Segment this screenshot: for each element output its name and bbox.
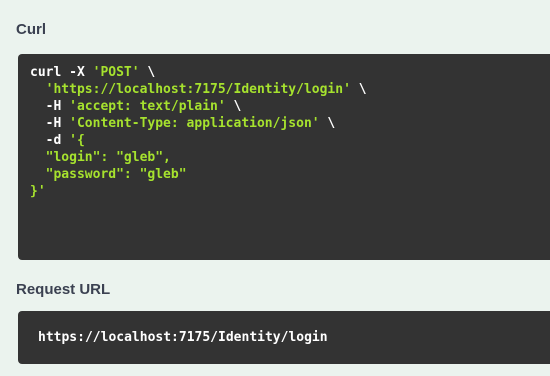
curl-line: "login": "gleb", [30,150,171,165]
request-url-value: https://localhost:7175/Identity/login [38,330,328,345]
request-url-block[interactable]: https://localhost:7175/Identity/login [18,311,550,364]
curl-command: curl -X 'POST' \ 'https://localhost:7175… [30,64,550,200]
curl-line: curl -X 'POST' \ [30,65,156,80]
curl-section-title: Curl [16,21,46,38]
curl-code-block[interactable]: curl -X 'POST' \ 'https://localhost:7175… [18,54,550,260]
curl-line: "password": "gleb" [30,167,187,182]
curl-line: }' [30,184,46,199]
request-url-title: Request URL [16,281,111,298]
curl-line: -d '{ [30,133,85,148]
curl-line: -H 'accept: text/plain' \ [30,99,242,114]
curl-line: 'https://localhost:7175/Identity/login' … [45,82,367,97]
curl-line: -H 'Content-Type: application/json' \ [30,116,336,131]
